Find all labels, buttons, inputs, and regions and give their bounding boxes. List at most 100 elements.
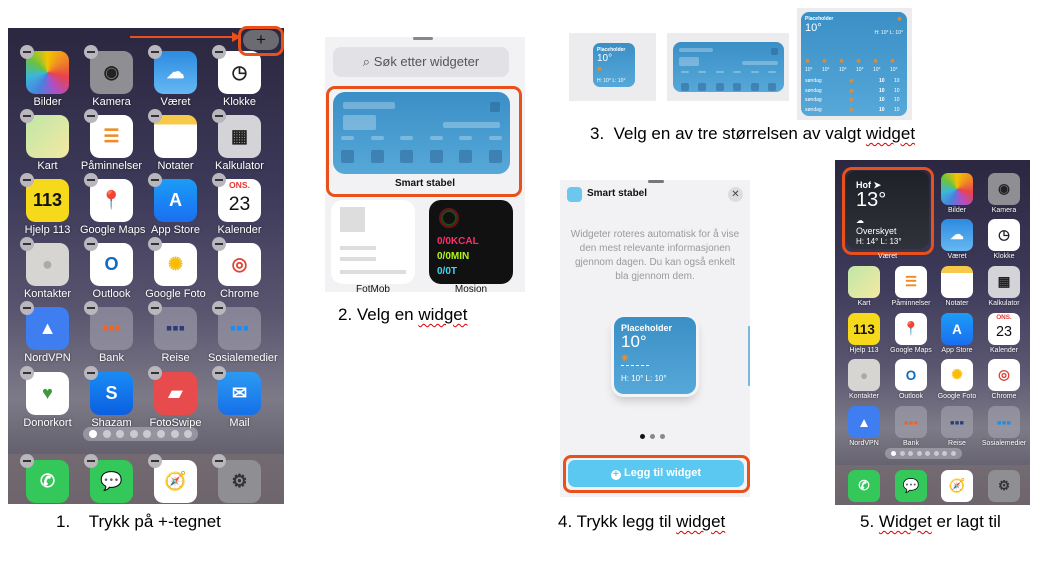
remove-app-button[interactable] [212,109,226,123]
app-telefon[interactable]: ✆ [20,454,69,503]
app-meldinger[interactable]: 💬 [895,470,927,502]
app-kart[interactable]: Kart [848,266,880,307]
remove-app-button[interactable] [212,45,226,59]
remove-app-button[interactable] [212,237,226,251]
app-bilder[interactable]: Bilder [20,45,69,108]
remove-app-button[interactable] [84,237,98,251]
remove-app-button[interactable] [148,45,162,59]
page-indicator[interactable] [640,434,665,439]
app-notater[interactable]: Notater [941,266,973,307]
app-kalkulator[interactable]: ▦ Kalkulator [212,109,264,172]
app-nordvpn[interactable]: ▲ NordVPN [20,301,71,364]
app-safari[interactable]: 🧭 [941,470,973,502]
app-google-maps[interactable]: 📍 Google Maps [80,173,145,236]
widget-preview[interactable]: Placeholder 10° ✺ H: 10° L: 10° [614,317,696,394]
app-kart[interactable]: Kart [20,109,69,172]
app-donorkort[interactable]: ♥ Donorkort [20,366,72,429]
app-meldinger[interactable]: 💬 [84,454,133,503]
remove-app-button[interactable] [148,301,162,315]
widget-size-small[interactable]: Placeholder 10° ✺ H: 10° L: 10° [569,33,656,101]
app-kontakter[interactable]: ● Kontakter [20,237,71,300]
app-safari[interactable]: 🧭 [148,454,197,503]
remove-app-button[interactable] [20,173,34,187]
widget-search-field[interactable]: ⌕ Søk etter widgeter [333,47,509,77]
remove-app-button[interactable] [148,454,162,468]
sheet-grabber[interactable] [413,37,433,40]
app-outlook[interactable]: O Outlook [84,237,133,300]
app-reise[interactable]: ▪▪▪ Reise [941,406,973,447]
sheet-grabber[interactable] [648,180,664,183]
app-bank[interactable]: ▪▪▪ Bank [84,301,133,364]
app-hjelp-113[interactable]: 113 Hjelp 113 [848,313,880,354]
app-google-foto[interactable]: ✺ Google Foto [145,237,206,300]
remove-app-button[interactable] [212,301,226,315]
app-outlook[interactable]: O Outlook [895,359,927,400]
app-kontakter[interactable]: ● Kontakter [848,359,880,400]
remove-app-button[interactable] [148,366,162,380]
app-shazam[interactable]: S Shazam [84,366,133,429]
app-bilder[interactable]: Bilder [941,173,973,214]
app-telefon[interactable]: ✆ [848,470,880,502]
app-hjelp-113[interactable]: 113 Hjelp 113 [20,173,70,236]
remove-app-button[interactable] [84,366,98,380]
remove-app-button[interactable] [20,301,34,315]
remove-app-button[interactable] [84,301,98,315]
remove-app-button[interactable] [84,173,98,187]
close-button[interactable]: ✕ [728,187,743,202]
app-google-maps[interactable]: 📍 Google Maps [890,313,932,354]
remove-app-button[interactable] [20,237,34,251]
remove-app-button[interactable] [20,366,34,380]
remove-app-button[interactable] [84,45,98,59]
remove-app-button[interactable] [148,173,162,187]
app-kamera[interactable]: ◉ Kamera [988,173,1020,214]
remove-app-button[interactable] [20,109,34,123]
app-pa-minnelser[interactable]: ☰ Påminnelser [892,266,930,307]
remove-app-button[interactable] [212,173,226,187]
app-app-store[interactable]: A App Store [148,173,200,236]
app-chrome[interactable]: ◎ Chrome [212,237,261,300]
next-widget-peek[interactable] [748,326,750,386]
app-google-foto[interactable]: ✺ Google Foto [938,359,976,400]
app-pa-minnelser[interactable]: ☰ Påminnelser [81,109,142,172]
app-klokke[interactable]: ◷ Klokke [212,45,261,108]
remove-app-button[interactable] [84,109,98,123]
widget-size-large[interactable]: Placeholder 10° ✺ H: 10° L: 10° ✺ 10° ✺ 10°… [797,8,912,120]
app-notater[interactable]: Notater [148,109,197,172]
sun-icon: ✺ [839,59,845,65]
remove-app-button[interactable] [84,454,98,468]
widget-size-medium[interactable] [667,33,789,101]
page-dots[interactable] [885,448,962,459]
app-sosialemedier[interactable]: ▪▪▪ Sosialemedier [982,406,1026,447]
app-fotoswipe[interactable]: ▰ FotoSwipe [148,366,201,429]
app-app-store[interactable]: A App Store [941,313,973,354]
app-label: Google Foto [937,393,977,400]
app-label: Outlook [898,393,924,400]
app-kalkulator[interactable]: ▦ Kalkulator [988,266,1020,307]
app-innstillinger[interactable]: ⚙ [212,454,261,503]
app-kamera[interactable]: ◉ Kamera [84,45,133,108]
app-sosialemedier[interactable]: ▪▪▪ Sosialemedier [208,301,278,364]
app-label: Bilder [33,96,62,108]
remove-app-button[interactable] [20,45,34,59]
remove-app-button[interactable] [20,454,34,468]
app-v-ret[interactable]: ☁ Været [941,219,973,260]
sun-icon: ✺ [822,59,828,65]
app-klokke[interactable]: ◷ Klokke [988,219,1020,260]
telefon-icon: ✆ [26,460,69,503]
remove-app-button[interactable] [148,237,162,251]
app-chrome[interactable]: ◎ Chrome [988,359,1020,400]
app-bank[interactable]: ▪▪▪ Bank [895,406,927,447]
fotmob-widget-preview[interactable] [331,200,415,284]
app-kalender[interactable]: ONS. 23 Kalender [212,173,262,236]
app-kalender[interactable]: ONS. 23 Kalender [988,313,1020,354]
app-innstillinger[interactable]: ⚙ [988,470,1020,502]
page-dots[interactable] [83,427,199,441]
app-nordvpn[interactable]: ▲ NordVPN [848,406,880,447]
app-v-ret[interactable]: ☁ Været [148,45,197,108]
app-mail[interactable]: ✉ Mail [212,366,261,429]
remove-app-button[interactable] [212,454,226,468]
app-reise[interactable]: ▪▪▪ Reise [148,301,197,364]
remove-app-button[interactable] [148,109,162,123]
remove-app-button[interactable] [212,366,226,380]
activity-widget-preview[interactable]: 0/0KCAL 0/0MIN 0/0T [429,200,513,284]
